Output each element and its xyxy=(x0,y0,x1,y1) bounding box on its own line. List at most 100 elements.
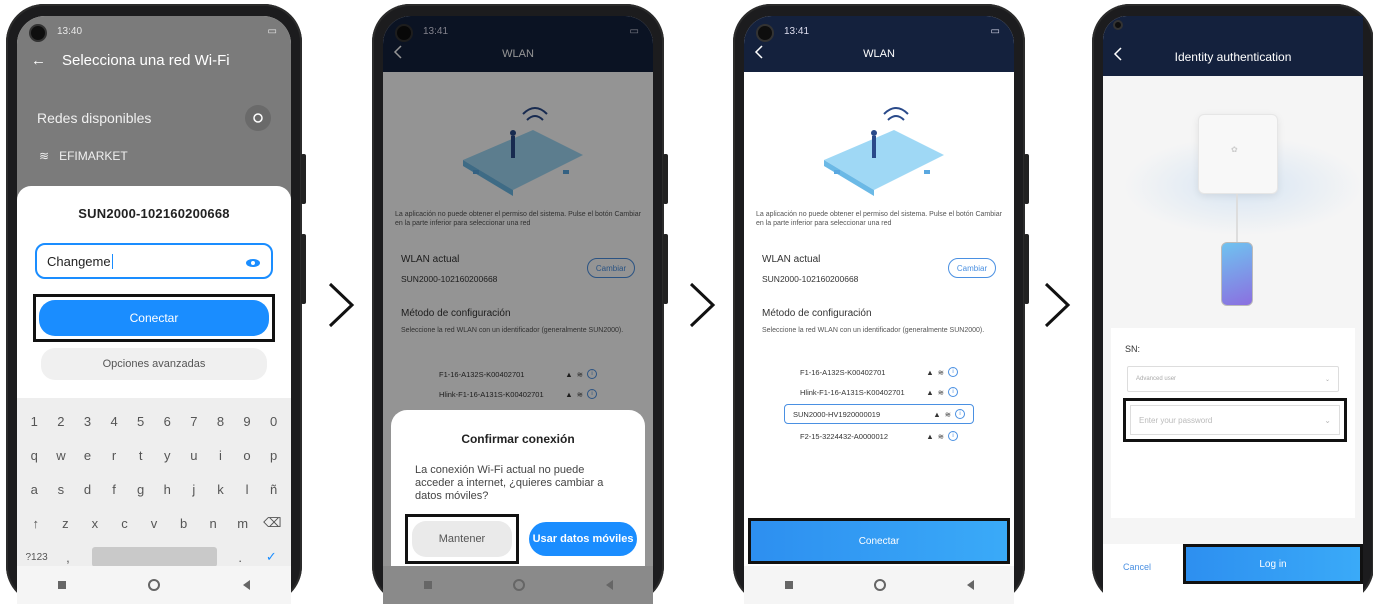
advanced-options-button[interactable]: Opciones avanzadas xyxy=(41,348,267,380)
enter-key[interactable]: ✓ xyxy=(256,549,287,565)
network-list-item[interactable]: F2-15-3224432-A0000012 ▲ ≋ i xyxy=(792,426,966,446)
recents-icon[interactable] xyxy=(423,581,432,589)
auth-body: ✿ SN: Advanced user ⌄ Enter your passwor… xyxy=(1103,76,1363,604)
network-list-item-selected[interactable]: SUN2000-HV1920000019 ▲ ≋ i xyxy=(784,404,974,424)
shift-key[interactable]: ↑ xyxy=(21,516,51,531)
key[interactable]: s xyxy=(48,482,75,497)
key[interactable]: b xyxy=(169,516,199,531)
key[interactable]: y xyxy=(154,448,181,463)
key[interactable]: d xyxy=(74,482,101,497)
keep-button[interactable]: Mantener xyxy=(412,521,512,557)
key[interactable]: a xyxy=(21,482,48,497)
key[interactable]: z xyxy=(51,516,81,531)
symbols-key[interactable]: ?123 xyxy=(21,552,52,563)
key[interactable]: 9 xyxy=(234,414,261,429)
network-name: F1-16-A132S-K00402701 xyxy=(800,367,886,377)
network-list-item[interactable]: ≋ EFIMARKET xyxy=(17,131,291,163)
wifi-icon: ≋ xyxy=(944,409,951,419)
key[interactable]: v xyxy=(139,516,169,531)
key[interactable]: i xyxy=(207,448,234,463)
user-type-select[interactable]: Advanced user ⌄ xyxy=(1127,366,1339,392)
home-icon[interactable] xyxy=(512,579,525,591)
key[interactable]: e xyxy=(74,448,101,463)
key[interactable]: ñ xyxy=(260,482,287,497)
front-camera xyxy=(1113,20,1123,30)
eye-icon[interactable] xyxy=(245,256,261,267)
info-icon[interactable]: i xyxy=(955,409,965,419)
key[interactable]: n xyxy=(198,516,228,531)
cancel-button[interactable]: Cancel xyxy=(1123,562,1151,572)
network-icons: ▲ ≋ i xyxy=(926,387,958,397)
key[interactable]: 1 xyxy=(21,414,48,429)
dialog-ssid: SUN2000-102160200668 xyxy=(78,206,230,221)
key[interactable]: 4 xyxy=(101,414,128,429)
key[interactable]: m xyxy=(228,516,258,531)
home-icon[interactable] xyxy=(148,579,161,591)
confirm-dialog: Confirmar conexión La conexión Wi-Fi act… xyxy=(391,410,645,588)
connect-button[interactable]: Conectar xyxy=(39,300,269,336)
chevron-down-icon: ⌄ xyxy=(1324,376,1330,383)
info-icon[interactable]: i xyxy=(948,367,958,377)
comma-key[interactable]: , xyxy=(52,550,83,565)
key[interactable]: c xyxy=(110,516,140,531)
home-icon[interactable] xyxy=(873,579,886,591)
key[interactable]: j xyxy=(181,482,208,497)
phone-wifi-selection: 13:40 ▭ ← Selecciona una red Wi-Fi Redes… xyxy=(6,4,306,604)
key[interactable]: 3 xyxy=(74,414,101,429)
current-wlan-label: WLAN actual xyxy=(762,254,821,265)
key[interactable]: 8 xyxy=(207,414,234,429)
refresh-icon[interactable] xyxy=(245,105,271,131)
back-arrow-icon[interactable]: ← xyxy=(31,52,46,69)
key[interactable]: 5 xyxy=(127,414,154,429)
key[interactable]: 6 xyxy=(154,414,181,429)
key[interactable]: l xyxy=(234,482,261,497)
back-icon[interactable] xyxy=(966,580,974,590)
phone-power-button xyxy=(1024,234,1029,304)
key[interactable]: g xyxy=(127,482,154,497)
use-mobile-data-button[interactable]: Usar datos móviles xyxy=(529,522,637,556)
key[interactable]: f xyxy=(101,482,128,497)
backspace-key[interactable]: ⌫ xyxy=(258,515,288,531)
key[interactable]: 0 xyxy=(260,414,287,429)
page-title: WLAN xyxy=(863,48,895,60)
space-key[interactable] xyxy=(91,547,217,567)
network-name: SUN2000-HV1920000019 xyxy=(793,409,881,419)
wifi-icon: ≋ xyxy=(937,431,944,441)
auth-header: Identity authentication xyxy=(1103,16,1363,76)
recents-icon[interactable] xyxy=(58,581,67,589)
network-list-item[interactable]: Hlink-F1-16-A131S-K00402701 ▲ ≋ i xyxy=(792,382,966,402)
key[interactable]: 7 xyxy=(181,414,208,429)
status-time: 13:41 xyxy=(784,25,810,37)
connect-button[interactable]: Conectar xyxy=(751,521,1007,561)
info-icon[interactable]: i xyxy=(948,387,958,397)
key[interactable]: p xyxy=(260,448,287,463)
phone-volume-button xyxy=(301,154,306,204)
password-input[interactable]: Changeme xyxy=(35,243,273,279)
key[interactable]: k xyxy=(207,482,234,497)
key[interactable]: x xyxy=(80,516,110,531)
info-icon[interactable]: i xyxy=(948,431,958,441)
network-list-item[interactable]: F1-16-A132S-K00402701 ▲ ≋ i xyxy=(792,362,966,382)
login-button[interactable]: Log in xyxy=(1186,547,1360,581)
highlight-box: Enter your password ⌄ xyxy=(1123,398,1347,442)
available-networks-label: Redes disponibles xyxy=(37,110,152,126)
key[interactable]: u xyxy=(181,448,208,463)
key[interactable]: o xyxy=(234,448,261,463)
key[interactable]: w xyxy=(48,448,75,463)
lock-icon: ▲ xyxy=(926,431,934,441)
recents-icon[interactable] xyxy=(784,581,793,589)
back-icon[interactable] xyxy=(242,580,250,590)
key[interactable]: q xyxy=(21,448,48,463)
phone-screen: Identity authentication ✿ SN: Advanced u… xyxy=(1103,16,1363,604)
back-icon[interactable] xyxy=(605,580,613,590)
key[interactable]: 2 xyxy=(48,414,75,429)
key[interactable]: h xyxy=(154,482,181,497)
login-card: SN: Advanced user ⌄ Enter your password … xyxy=(1111,328,1355,518)
change-button[interactable]: Cambiar xyxy=(948,258,996,278)
period-key[interactable]: . xyxy=(225,550,256,565)
key[interactable]: r xyxy=(101,448,128,463)
navigation-bar xyxy=(17,566,291,604)
password-input[interactable]: Enter your password ⌄ xyxy=(1130,405,1340,435)
brand-logo-icon: ✿ xyxy=(1231,145,1238,154)
key[interactable]: t xyxy=(127,448,154,463)
